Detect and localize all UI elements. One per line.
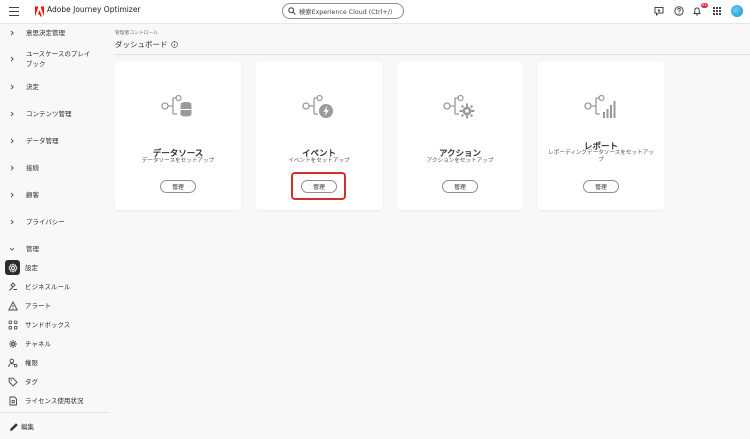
permissions-icon — [8, 358, 18, 368]
sidebar-item-sandboxes[interactable]: サンドボックス — [0, 316, 108, 334]
chevron-right-icon — [10, 192, 14, 198]
sidebar-item-label: 権限 — [25, 359, 38, 367]
highlight-annotation — [291, 172, 346, 200]
card-description: アクションをセットアップ — [426, 158, 494, 164]
help-icon[interactable] — [674, 6, 684, 16]
search-input[interactable]: 検索Experience Cloud (Ctrl+/) — [282, 3, 404, 19]
card-action: アクション アクションをセットアップ 管理 — [397, 62, 523, 210]
sidebar-item-label: チャネル — [25, 340, 51, 348]
card-description: レポーティングデータソースをセットアップ — [548, 150, 654, 163]
sidebar-group-label: 顧客 — [26, 191, 39, 199]
chevron-right-icon — [10, 30, 14, 36]
sidebar-edit-button[interactable]: 編集 — [0, 420, 108, 434]
manage-action-button[interactable]: 管理 — [442, 180, 478, 193]
apps-grid-icon[interactable] — [712, 6, 722, 16]
license-icon — [9, 396, 17, 406]
business-rules-icon — [9, 282, 17, 291]
sidebar-item-alerts[interactable]: アラート — [0, 297, 108, 315]
manage-report-button[interactable]: 管理 — [583, 180, 619, 193]
app-name[interactable]: Adobe Journey Optimizer — [47, 5, 141, 14]
sidebar-item-label: アラート — [25, 302, 51, 310]
chevron-right-icon — [10, 219, 14, 225]
breadcrumb[interactable]: 管理者コントロール — [115, 29, 158, 36]
report-icon — [584, 94, 616, 118]
chevron-right-icon — [10, 165, 14, 171]
info-icon[interactable] — [170, 41, 178, 48]
action-icon — [443, 94, 475, 119]
card-report: レポート レポーティングデータソースをセットアップ 管理 — [538, 62, 664, 210]
page-title: ダッシュボード — [115, 39, 178, 50]
notification-badge: 9+ — [701, 3, 708, 8]
edit-label: 編集 — [21, 423, 34, 431]
event-icon — [302, 94, 333, 118]
sidebar-item-label: タグ — [25, 378, 38, 386]
sidebar-item-tags[interactable]: タグ — [0, 373, 108, 391]
sidebar-item-channels[interactable]: チャネル — [0, 335, 108, 353]
tag-icon — [8, 377, 18, 387]
sidebar-item-label: ライセンス使用状況 — [25, 397, 84, 405]
sidebar-group-label: データ管理 — [26, 137, 59, 145]
chevron-right-icon — [10, 56, 14, 62]
sidebar-group-label: プライバシー — [26, 218, 65, 226]
sidebar-group-label: 接続 — [26, 164, 39, 172]
sidebar: 意思決定管理 ユースケースのプレイ ブック 決定 コンテンツ管理 データ管理 接… — [0, 24, 108, 439]
sidebar-item-settings[interactable]: 設定 — [0, 259, 108, 277]
card-datasource: データソース データソースをセットアップ 管理 — [115, 62, 241, 210]
sidebar-group-label: コンテンツ管理 — [26, 110, 72, 118]
sidebar-item-label: 設定 — [25, 264, 38, 272]
card-description: イベントをセットアップ — [288, 158, 350, 164]
main-content: 管理者コントロール ダッシュボード データソース データソースをセットアップ 管… — [108, 24, 750, 439]
sidebar-item-license-usage[interactable]: ライセンス使用状況 — [0, 392, 108, 410]
search-placeholder: 検索Experience Cloud (Ctrl+/) — [299, 8, 393, 16]
adobe-logo[interactable] — [35, 6, 44, 17]
title-divider — [114, 54, 750, 55]
chevron-down-icon — [9, 247, 15, 251]
channels-icon — [9, 340, 17, 348]
top-bar: Adobe Journey Optimizer 検索Experience Clo… — [0, 0, 750, 24]
sidebar-divider — [0, 412, 108, 413]
card-description: データソースをセットアップ — [141, 158, 215, 164]
chevron-right-icon — [10, 111, 14, 117]
page-title-text: ダッシュボード — [115, 40, 168, 49]
sidebar-item-permissions[interactable]: 権限 — [0, 354, 108, 372]
sidebar-item-label: サンドボックス — [25, 321, 71, 329]
pencil-icon — [10, 423, 18, 431]
sidebar-item-label: ビジネスルール — [25, 283, 71, 291]
bell-icon[interactable] — [692, 6, 702, 16]
sidebar-group-label: 意思決定管理 — [26, 29, 65, 37]
sandbox-icon — [8, 320, 18, 330]
sidebar-item-business-rules[interactable]: ビジネスルール — [0, 278, 108, 296]
avatar[interactable] — [731, 5, 743, 17]
manage-datasource-button[interactable]: 管理 — [160, 180, 196, 193]
feedback-icon[interactable] — [654, 6, 664, 16]
sidebar-group-label: 決定 — [26, 83, 39, 91]
alert-icon — [8, 301, 18, 311]
search-icon — [288, 7, 296, 15]
chevron-right-icon — [10, 138, 14, 144]
sidebar-group-label: ユースケースのプレイ ブック — [26, 50, 91, 68]
datasource-icon — [161, 94, 192, 117]
chevron-right-icon — [10, 84, 14, 90]
sidebar-group-label: 管理 — [26, 245, 39, 253]
gear-icon — [8, 263, 18, 273]
menu-icon[interactable] — [9, 7, 19, 16]
